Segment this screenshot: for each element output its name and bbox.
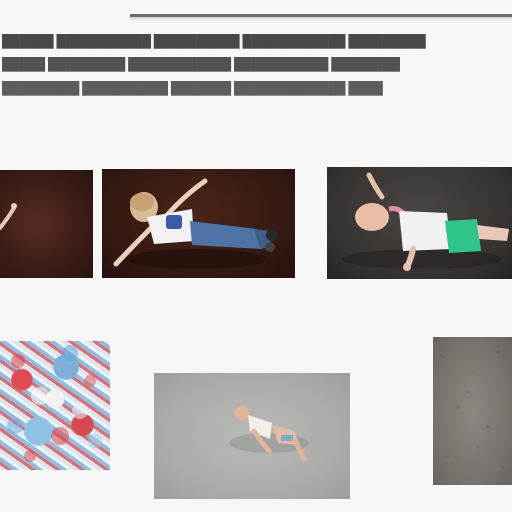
text-line-2: █████ █████████ ████████████ ███████████…	[2, 57, 400, 71]
figure-tile-2	[102, 169, 295, 278]
child-lying-jeans-image	[113, 178, 278, 269]
figure-tile-4	[0, 341, 110, 470]
figure-tile-1	[0, 170, 93, 278]
carpet-texture-image	[441, 350, 505, 469]
child-lying-green-shorts-image	[342, 172, 509, 271]
child-lying-partial-image	[0, 203, 17, 230]
infant-on-floor-image	[229, 406, 309, 462]
figure-tile-3	[327, 167, 512, 279]
text-line-3: █████████ ██████████ ███████ ███████████…	[2, 81, 383, 95]
figure-tile-5	[154, 373, 350, 499]
colorful-texture-image	[7, 345, 102, 462]
text-line-1: ██████ ███████████ ██████████ ██████████…	[2, 34, 426, 48]
top-rule-shadow	[130, 17, 512, 21]
figure-tile-6	[433, 337, 512, 485]
